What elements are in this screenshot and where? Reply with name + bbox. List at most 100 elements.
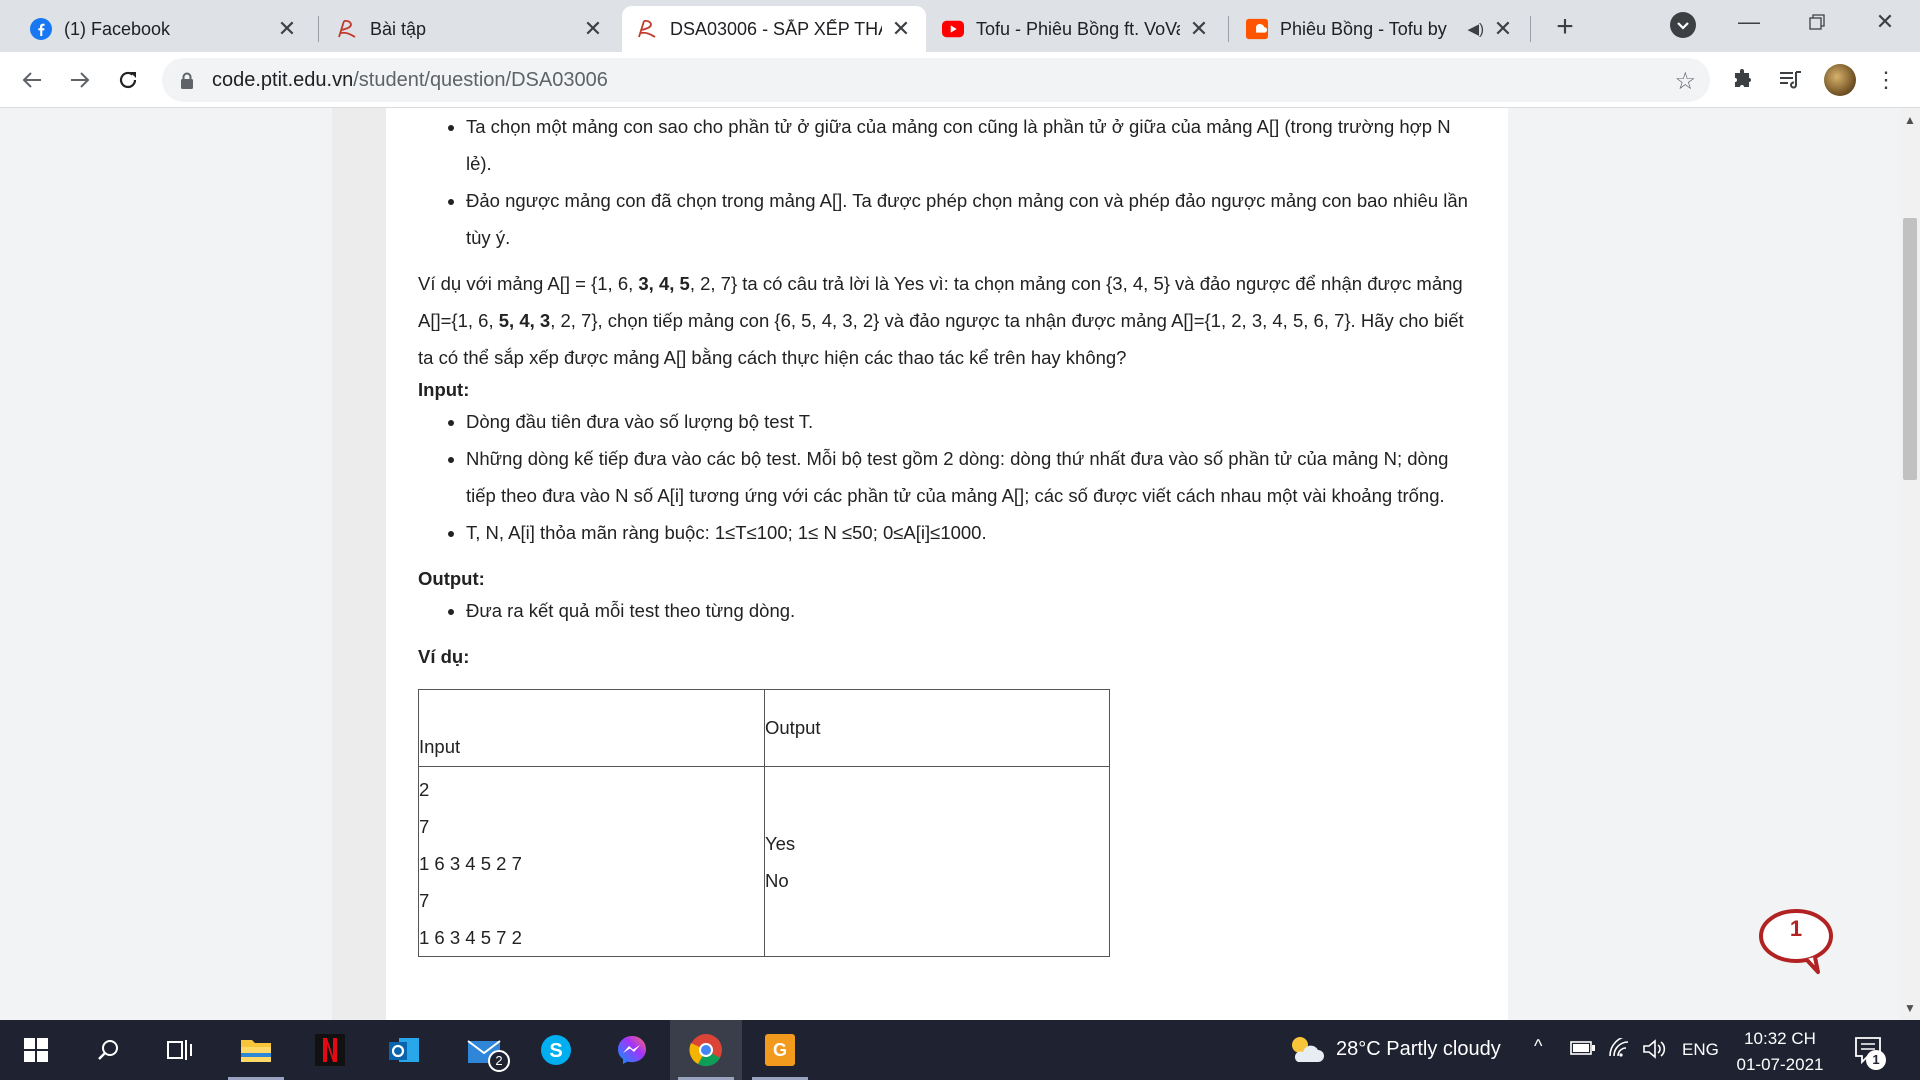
- tab-dsa03006[interactable]: DSA03006 - SẮP XẾP THAM LAM ✕: [622, 6, 926, 52]
- example-table: Input Output 2 7 1 6 3 4 5 2 7 7 1 6 3 4…: [418, 689, 1110, 957]
- tab-youtube-tofu[interactable]: Tofu - Phiêu Bồng ft. VoVan ✕: [928, 6, 1224, 52]
- notification-badge: 1: [1866, 1050, 1886, 1070]
- table-row: 2 7 1 6 3 4 5 2 7 7 1 6 3 4 5 7 2 Yes No: [418, 766, 1110, 957]
- media-control-icon[interactable]: [1776, 66, 1804, 94]
- close-icon[interactable]: ✕: [276, 16, 298, 41]
- task-view-icon[interactable]: [144, 1020, 216, 1080]
- scroll-down-arrow-icon[interactable]: ▼: [1900, 998, 1920, 1018]
- profile-avatar[interactable]: [1824, 64, 1856, 96]
- weather-icon[interactable]: [1288, 1034, 1324, 1071]
- tab-title: (1) Facebook: [64, 18, 171, 39]
- vertical-scrollbar[interactable]: ▲ ▼: [1900, 108, 1920, 1020]
- foxit-pdf-icon[interactable]: G: [744, 1020, 816, 1080]
- chevron-up-icon[interactable]: ^: [1534, 1036, 1542, 1057]
- input-line: 7: [419, 890, 430, 911]
- tab-search-icon[interactable]: [1670, 12, 1696, 38]
- restore-icon[interactable]: [1782, 0, 1852, 44]
- volume-icon[interactable]: [1642, 1038, 1666, 1065]
- soundcloud-icon: [1246, 18, 1268, 40]
- window-close-icon[interactable]: ✕: [1850, 0, 1920, 44]
- tab-bai-tap[interactable]: Bài tập ✕: [322, 6, 618, 52]
- browser-toolbar: code.ptit.edu.vn/student/question/DSA030…: [0, 52, 1920, 108]
- tab-separator: [318, 16, 319, 42]
- ptit-logo-icon: [336, 18, 358, 40]
- clock-date: 01-07-2021: [1736, 1055, 1824, 1074]
- kebab-menu-icon[interactable]: ⋮: [1872, 66, 1900, 94]
- tab-facebook[interactable]: (1) Facebook ✕: [16, 6, 312, 52]
- new-tab-button[interactable]: +: [1548, 10, 1582, 44]
- battery-icon[interactable]: [1570, 1040, 1596, 1061]
- minimize-icon[interactable]: —: [1714, 0, 1784, 44]
- reload-icon[interactable]: [110, 62, 146, 98]
- input-line: 1 6 3 4 5 2 7: [419, 853, 522, 874]
- table-header-output: Output: [764, 689, 1110, 767]
- input-line: 2: [419, 779, 430, 800]
- clock-time: 10:32 CH: [1744, 1029, 1816, 1048]
- mail-icon[interactable]: 2: [448, 1020, 520, 1080]
- tab-strip: (1) Facebook ✕ Bài tập ✕ DSA03006 - SẮP …: [0, 0, 1920, 52]
- messenger-icon[interactable]: [596, 1020, 668, 1080]
- forward-arrow-icon[interactable]: [62, 62, 98, 98]
- svg-text:G: G: [773, 1040, 787, 1060]
- tab-title: Phiêu Bồng - Tofu by: [1280, 18, 1447, 39]
- mail-badge: 2: [488, 1050, 510, 1072]
- url-text: code.ptit.edu.vn/student/question/DSA030…: [212, 68, 608, 91]
- scroll-up-arrow-icon[interactable]: ▲: [1900, 110, 1920, 130]
- speaker-icon[interactable]: ◀︎): [1467, 20, 1484, 38]
- example-heading: Ví dụ:: [418, 646, 470, 667]
- system-clock[interactable]: 10:32 CH 01-07-2021: [1730, 1026, 1830, 1078]
- facebook-icon: [30, 18, 52, 40]
- skype-icon[interactable]: S: [520, 1020, 592, 1080]
- address-bar[interactable]: code.ptit.edu.vn/student/question/DSA030…: [162, 58, 1710, 102]
- search-icon[interactable]: [72, 1020, 144, 1080]
- chrome-icon[interactable]: [670, 1020, 742, 1080]
- input-line: 1 6 3 4 5 7 2: [419, 927, 522, 948]
- scrollbar-thumb[interactable]: [1903, 218, 1917, 480]
- start-icon[interactable]: [0, 1020, 72, 1080]
- input-item: Dòng đầu tiên đưa vào số lượng bộ test T…: [466, 403, 1478, 440]
- close-icon[interactable]: ✕: [1188, 16, 1210, 41]
- netflix-icon[interactable]: [294, 1020, 366, 1080]
- tab-soundcloud[interactable]: Phiêu Bồng - Tofu by ◀︎) ✕: [1232, 6, 1528, 52]
- example-paragraph: Ví dụ với mảng A[] = {1, 6, 3, 4, 5, 2, …: [418, 273, 1464, 368]
- close-icon[interactable]: ✕: [582, 16, 604, 41]
- chat-bubble-button[interactable]: 1: [1758, 906, 1838, 976]
- output-item: Đưa ra kết quả mỗi test theo từng dòng.: [466, 592, 1478, 629]
- language-indicator[interactable]: ENG: [1682, 1040, 1719, 1060]
- problem-content: Ta chọn một mảng con sao cho phần tử ở g…: [386, 108, 1508, 1020]
- input-item: T, N, A[i] thỏa mãn ràng buộc: 1≤T≤100; …: [466, 514, 1478, 551]
- page-margin: [332, 108, 386, 1020]
- back-arrow-icon[interactable]: [14, 62, 50, 98]
- file-explorer-icon[interactable]: [220, 1020, 292, 1080]
- input-line: 7: [419, 816, 430, 837]
- close-icon[interactable]: ✕: [890, 16, 912, 41]
- table-cell-output: Yes No: [764, 766, 1110, 957]
- extensions-puzzle-icon[interactable]: [1729, 66, 1757, 94]
- output-line: No: [765, 869, 789, 891]
- weather-text[interactable]: 28°C Partly cloudy: [1336, 1038, 1501, 1061]
- table-header-row: Input Output: [418, 689, 1110, 767]
- lock-icon[interactable]: [180, 72, 194, 89]
- output-line: Yes: [765, 832, 796, 854]
- operation-item: Đảo ngược mảng con đã chọn trong mảng A[…: [466, 182, 1478, 256]
- tab-separator: [1530, 16, 1531, 42]
- chat-badge-count: 1: [1789, 916, 1803, 941]
- operation-item: Ta chọn một mảng con sao cho phần tử ở g…: [466, 108, 1478, 182]
- ptit-logo-icon: [636, 18, 658, 40]
- table-cell-input: 2 7 1 6 3 4 5 2 7 7 1 6 3 4 5 7 2: [418, 766, 765, 957]
- page-viewport: Ta chọn một mảng con sao cho phần tử ở g…: [0, 108, 1900, 1020]
- wifi-icon[interactable]: [1608, 1035, 1632, 1063]
- close-icon[interactable]: ✕: [1492, 16, 1514, 41]
- tab-separator: [1228, 16, 1229, 42]
- outlook-icon[interactable]: [368, 1020, 440, 1080]
- tab-title: DSA03006 - SẮP XẾP THAM LAM: [670, 18, 882, 39]
- tab-title: Tofu - Phiêu Bồng ft. VoVan: [976, 18, 1180, 39]
- tab-title: Bài tập: [370, 18, 427, 39]
- input-list: Dòng đầu tiên đưa vào số lượng bộ test T…: [418, 403, 1478, 551]
- notification-center-icon[interactable]: 1: [1854, 1036, 1886, 1070]
- svg-text:S: S: [549, 1040, 562, 1062]
- table-header-input: Input: [418, 689, 765, 767]
- bookmark-star-icon[interactable]: ☆: [1674, 67, 1696, 96]
- input-item: Những dòng kế tiếp đưa vào các bộ test. …: [466, 440, 1478, 514]
- windows-taskbar: 2 S G 28°C Partly cloudy ^ ENG 10:32 CH …: [0, 1020, 1920, 1080]
